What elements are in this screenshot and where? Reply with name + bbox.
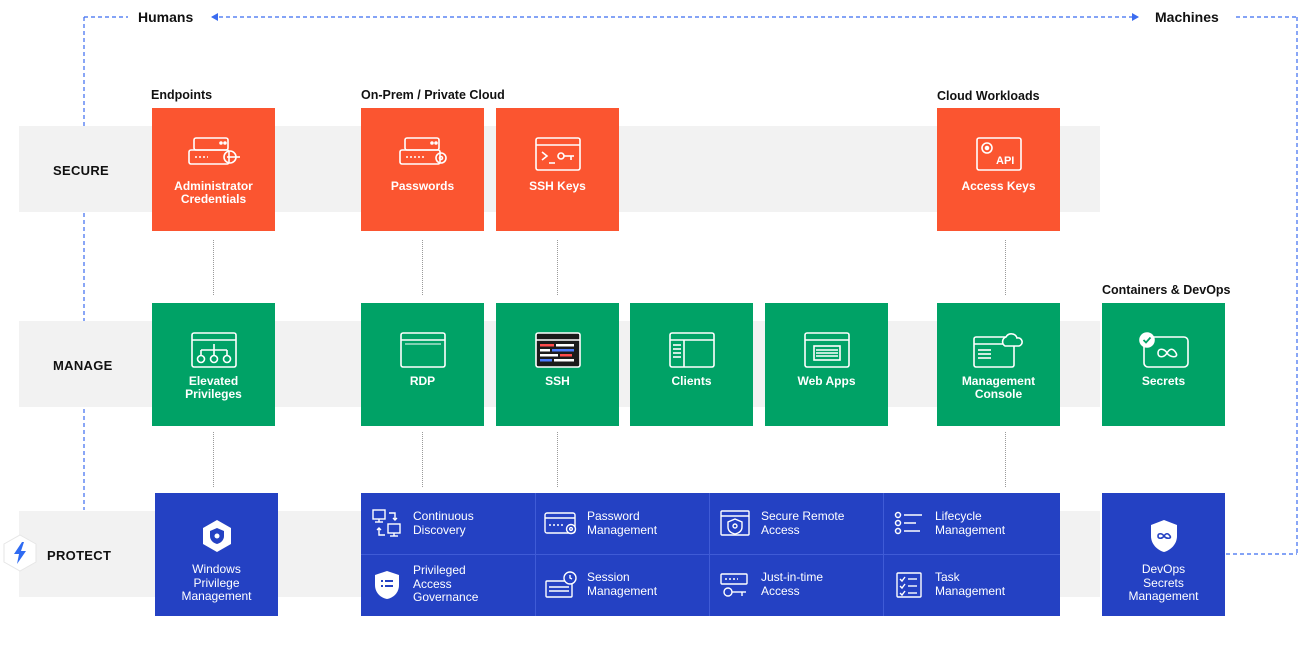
connector	[557, 432, 558, 487]
cell-just-in-time-access[interactable]: Just-in-time Access	[709, 554, 883, 615]
tile-label: RDP	[409, 374, 436, 388]
connector	[422, 432, 423, 487]
tile-label: Elevated Privileges	[185, 374, 242, 401]
group-endpoints: Endpoints	[151, 88, 213, 102]
humans-label: Humans	[138, 9, 194, 25]
tile-access-keys[interactable]: API Access Keys	[937, 108, 1060, 231]
arrow-left-icon	[211, 13, 218, 21]
shield-window-icon	[709, 508, 761, 540]
connector	[422, 240, 423, 295]
session-icon	[535, 569, 587, 601]
cell-password-management[interactable]: Password Management	[535, 493, 709, 554]
tile-label: SSH Keys	[529, 179, 586, 193]
tile-label: Management Console	[961, 374, 1036, 401]
tile-ssh[interactable]: SSH	[496, 303, 619, 426]
cell-continuous-discovery[interactable]: Continuous Discovery	[361, 493, 535, 554]
connector	[213, 240, 214, 295]
tile-label: Windows Privilege Management	[181, 562, 252, 603]
tile-ssh-keys[interactable]: SSH Keys	[496, 108, 619, 231]
lifecycle-list-icon	[883, 509, 935, 539]
devops-shield-icon	[1148, 517, 1180, 555]
cell-task-management[interactable]: Task Management	[883, 554, 1057, 615]
cell-lifecycle-management[interactable]: Lifecycle Management	[883, 493, 1057, 554]
group-containers: Containers & DevOps	[1102, 283, 1231, 297]
group-cloud: Cloud Workloads	[937, 89, 1040, 103]
connector	[1005, 432, 1006, 487]
task-list-icon	[883, 570, 935, 600]
tile-web-apps[interactable]: Web Apps	[765, 303, 888, 426]
shield-hexagon-icon	[201, 517, 233, 555]
tile-label: Passwords	[390, 179, 455, 193]
connector	[557, 240, 558, 295]
cell-label: Secure Remote Access	[761, 509, 845, 537]
tile-label: SSH	[545, 374, 570, 388]
row-label-manage: MANAGE	[53, 358, 113, 373]
lightning-hexagon-icon	[3, 534, 37, 572]
tile-administrator-credentials[interactable]: Administrator Credentials	[152, 108, 275, 231]
row-label-secure: SECURE	[53, 163, 109, 178]
tile-label: Access Keys	[961, 179, 1036, 193]
cell-privileged-access-governance[interactable]: Privileged Access Governance	[361, 554, 535, 615]
tile-elevated-privileges[interactable]: Elevated Privileges	[152, 303, 275, 426]
server-password-icon	[395, 136, 451, 174]
connector	[213, 432, 214, 487]
tile-label: Administrator Credentials	[174, 179, 253, 206]
cell-secure-remote-access[interactable]: Secure Remote Access	[709, 493, 883, 554]
cell-label: Task Management	[935, 570, 1006, 598]
cell-label: Session Management	[587, 570, 658, 598]
row-label-protect: PROTECT	[47, 548, 112, 563]
tile-devops-secrets-management[interactable]: DevOps Secrets Management	[1102, 493, 1225, 616]
terminal-window-icon	[533, 331, 583, 369]
tile-windows-privilege-management[interactable]: Windows Privilege Management	[155, 493, 278, 616]
terminal-key-icon	[533, 136, 583, 174]
api-window-icon: API	[974, 136, 1024, 174]
tile-management-console[interactable]: Management Console	[937, 303, 1060, 426]
cell-label: Privileged Access Governance	[413, 563, 479, 605]
connector	[1005, 240, 1006, 295]
window-icon	[398, 331, 448, 369]
client-window-icon	[667, 331, 717, 369]
svg-text:API: API	[996, 155, 1014, 167]
tile-passwords[interactable]: Passwords	[361, 108, 484, 231]
cell-label: Continuous Discovery	[413, 509, 474, 537]
cell-label: Lifecycle Management	[935, 509, 1006, 537]
discovery-icon	[361, 507, 413, 541]
web-window-icon	[802, 331, 852, 369]
server-key-icon	[186, 136, 242, 174]
tile-label: Secrets	[1141, 374, 1186, 388]
tile-clients[interactable]: Clients	[630, 303, 753, 426]
tile-label: DevOps Secrets Management	[1128, 562, 1199, 603]
hierarchy-window-icon	[189, 331, 239, 369]
tile-rdp[interactable]: RDP	[361, 303, 484, 426]
tile-label: Web Apps	[797, 374, 856, 388]
cloud-window-icon	[971, 331, 1027, 369]
governance-shield-icon	[361, 569, 413, 601]
cell-session-management[interactable]: Session Management	[535, 554, 709, 615]
machines-label: Machines	[1155, 9, 1219, 25]
group-onprem: On-Prem / Private Cloud	[361, 88, 505, 102]
secret-infinity-icon	[1136, 331, 1192, 369]
tile-label: Clients	[671, 374, 712, 388]
tile-secrets[interactable]: Secrets	[1102, 303, 1225, 426]
cell-label: Password Management	[587, 509, 658, 537]
protect-grid: Continuous Discovery Password Management…	[361, 493, 1060, 616]
jit-key-icon	[709, 570, 761, 600]
arrow-right-icon	[1132, 13, 1139, 21]
cell-label: Just-in-time Access	[761, 570, 824, 598]
password-manage-icon	[535, 509, 587, 539]
